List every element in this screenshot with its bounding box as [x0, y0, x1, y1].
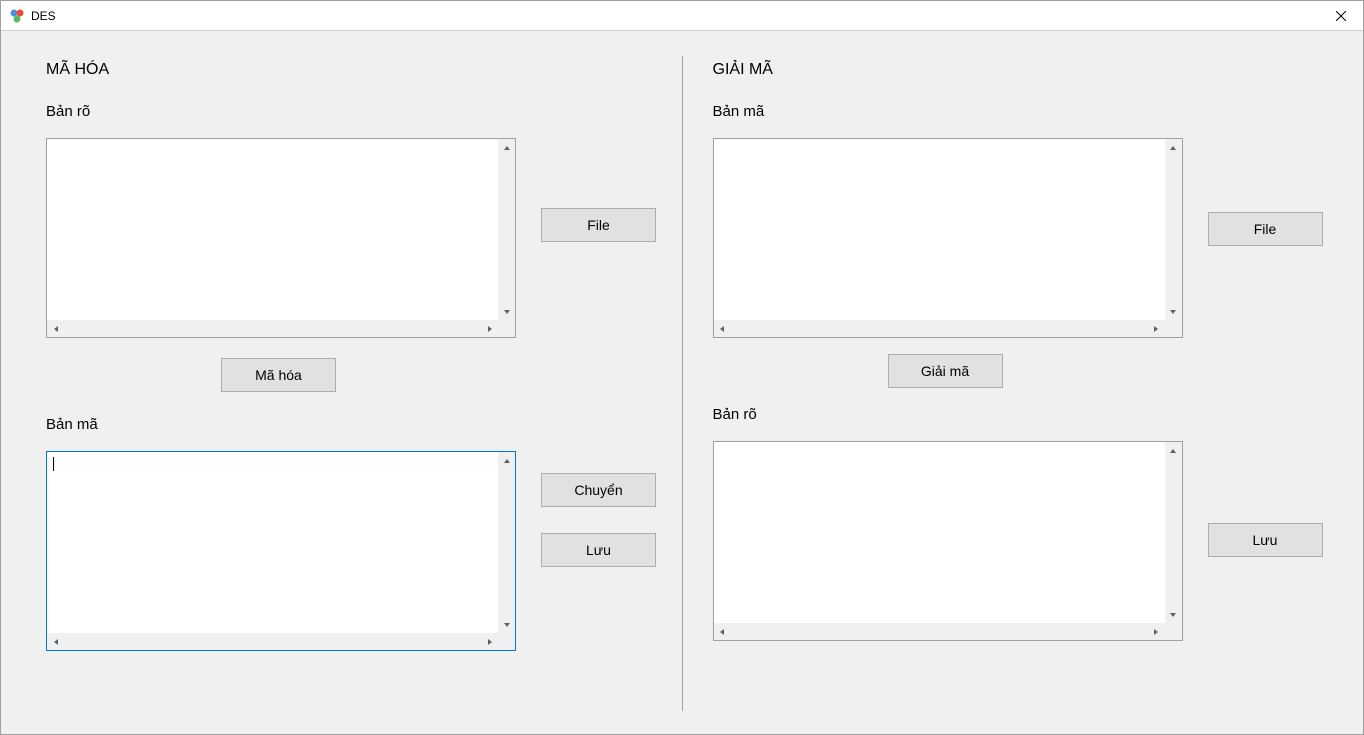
decrypt-save-button[interactable]: Lưu	[1208, 523, 1323, 557]
scroll-up-icon	[1165, 442, 1182, 459]
scroll-right-icon	[1148, 623, 1165, 640]
scroll-corner	[498, 320, 515, 337]
scroll-up-icon	[498, 452, 515, 469]
encrypt-save-button[interactable]: Lưu	[541, 533, 656, 567]
scroll-left-icon	[714, 623, 731, 640]
scrollbar-horizontal[interactable]	[714, 320, 1165, 337]
encrypt-button[interactable]: Mã hóa	[221, 358, 336, 392]
encrypt-panel: MÃ HÓA Bản rõ	[16, 41, 682, 726]
encrypt-ciphertext-textarea-wrap	[46, 451, 516, 651]
scroll-down-icon	[1165, 303, 1182, 320]
encrypt-ciphertext-textarea[interactable]	[47, 452, 498, 633]
app-icon	[9, 8, 25, 24]
scrollbar-vertical[interactable]	[1165, 139, 1182, 320]
scrollbar-horizontal[interactable]	[47, 320, 498, 337]
scroll-down-icon	[498, 303, 515, 320]
scroll-up-icon	[1165, 139, 1182, 156]
decrypt-plaintext-textarea-wrap	[713, 441, 1183, 641]
decrypt-heading: GIẢI MÃ	[713, 61, 1329, 79]
scrollbar-vertical[interactable]	[1165, 442, 1182, 623]
encrypt-ciphertext-label: Bản mã	[46, 416, 662, 433]
scroll-left-icon	[47, 633, 64, 650]
scroll-right-icon	[481, 633, 498, 650]
scroll-right-icon	[1148, 320, 1165, 337]
scroll-left-icon	[714, 320, 731, 337]
close-icon	[1336, 11, 1346, 21]
decrypt-button[interactable]: Giải mã	[888, 354, 1003, 388]
scrollbar-vertical[interactable]	[498, 139, 515, 320]
decrypt-ciphertext-textarea[interactable]	[714, 139, 1165, 320]
window-title: DES	[31, 9, 56, 23]
content-area: MÃ HÓA Bản rõ	[16, 41, 1348, 726]
encrypt-plaintext-textarea[interactable]	[47, 139, 498, 320]
encrypt-plaintext-label: Bản rõ	[46, 103, 662, 120]
decrypt-plaintext-label: Bản rõ	[713, 406, 1329, 423]
decrypt-ciphertext-label: Bản mã	[713, 103, 1329, 120]
encrypt-file-button[interactable]: File	[541, 208, 656, 242]
encrypt-plaintext-textarea-wrap	[46, 138, 516, 338]
transfer-button[interactable]: Chuyển	[541, 473, 656, 507]
scrollbar-horizontal[interactable]	[47, 633, 498, 650]
scroll-down-icon	[1165, 606, 1182, 623]
decrypt-file-button[interactable]: File	[1208, 212, 1323, 246]
scroll-corner	[498, 633, 515, 650]
scroll-up-icon	[498, 139, 515, 156]
scrollbar-horizontal[interactable]	[714, 623, 1165, 640]
scroll-right-icon	[481, 320, 498, 337]
titlebar-left: DES	[9, 8, 56, 24]
app-window: DES MÃ HÓA Bản rõ	[0, 0, 1364, 735]
scroll-corner	[1165, 320, 1182, 337]
decrypt-plaintext-textarea[interactable]	[714, 442, 1165, 623]
text-cursor	[53, 457, 54, 471]
titlebar: DES	[1, 1, 1363, 31]
scroll-down-icon	[498, 616, 515, 633]
scroll-corner	[1165, 623, 1182, 640]
decrypt-ciphertext-textarea-wrap	[713, 138, 1183, 338]
scroll-left-icon	[47, 320, 64, 337]
close-button[interactable]	[1318, 1, 1363, 31]
scrollbar-vertical[interactable]	[498, 452, 515, 633]
encrypt-heading: MÃ HÓA	[46, 61, 662, 79]
decrypt-panel: GIẢI MÃ Bản mã	[683, 41, 1349, 726]
